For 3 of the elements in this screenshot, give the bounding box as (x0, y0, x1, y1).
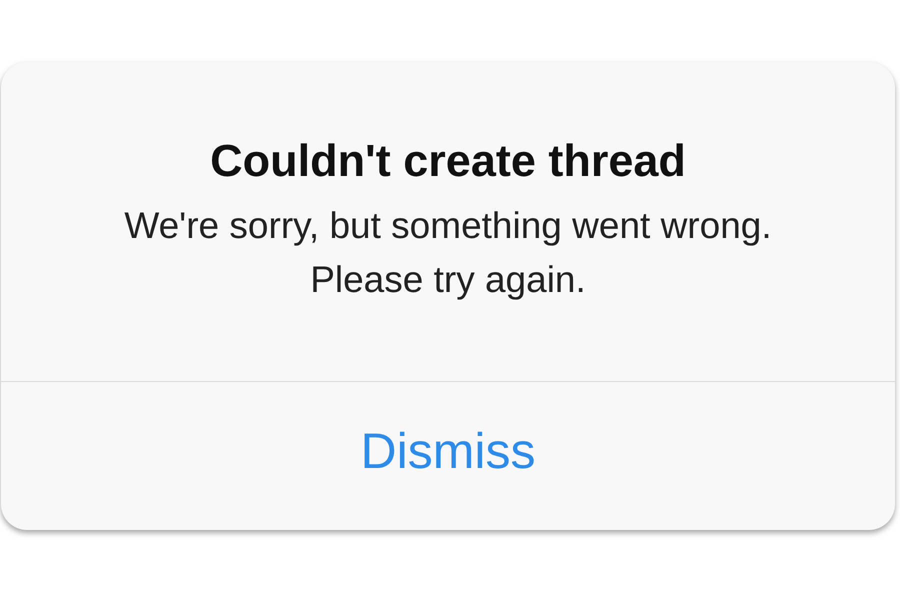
dismiss-button[interactable]: Dismiss (352, 422, 544, 480)
alert-title: Couldn't create thread (210, 135, 686, 187)
alert-message: We're sorry, but something went wrong. Please try again. (123, 204, 773, 302)
